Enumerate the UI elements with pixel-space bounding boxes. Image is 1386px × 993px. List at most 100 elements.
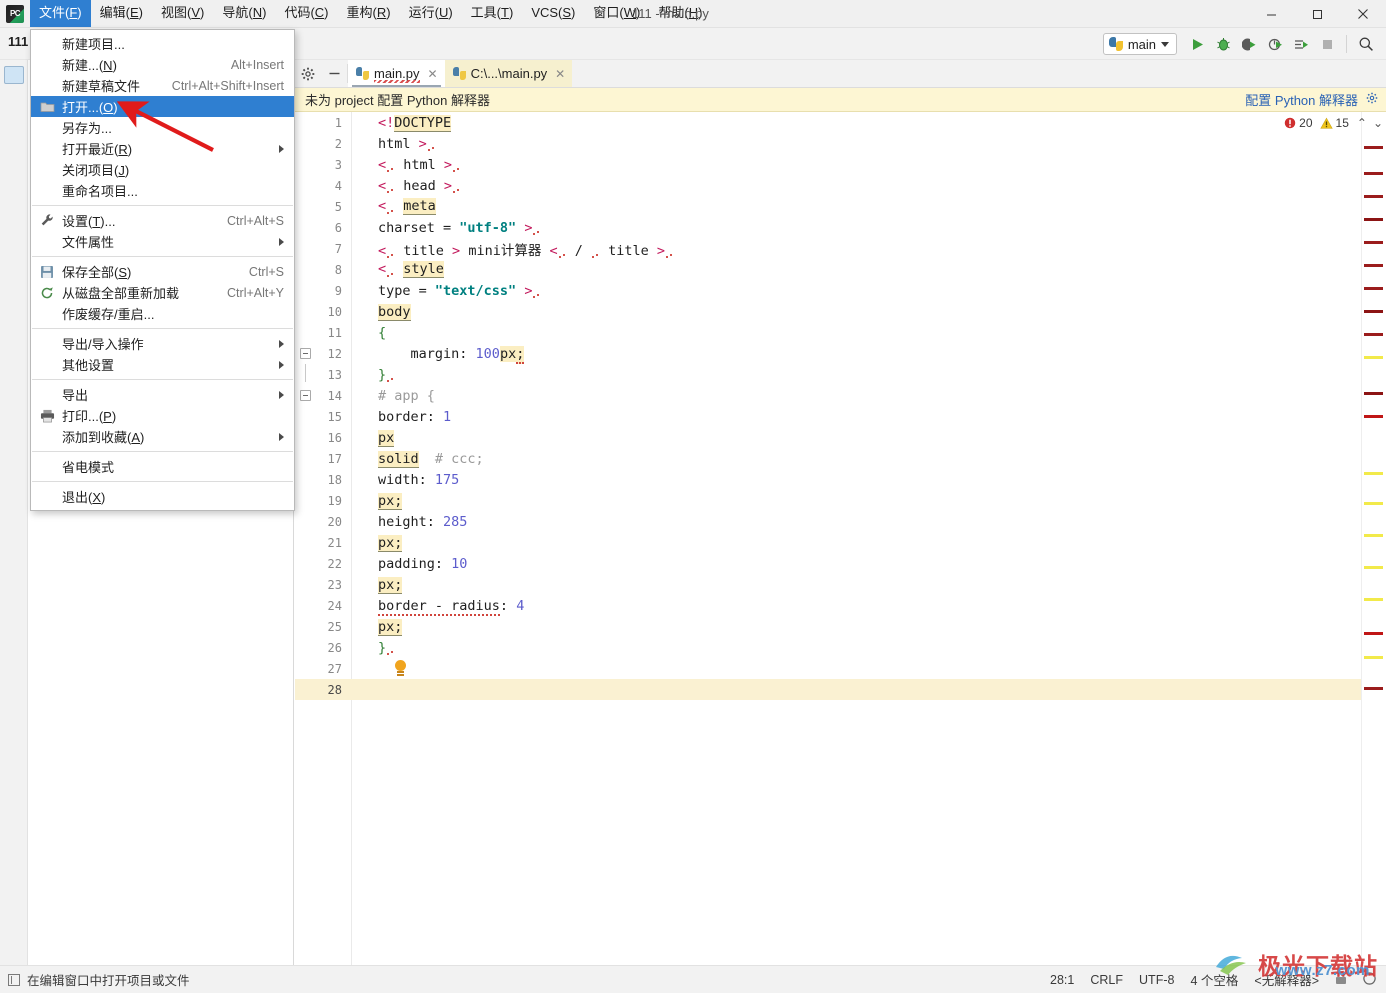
- code-text[interactable]: px: [374, 429, 1361, 447]
- interpreter-selector[interactable]: <无解释器>: [1254, 970, 1319, 989]
- code-line[interactable]: 20 height: 285: [295, 511, 1361, 532]
- code-text[interactable]: < style: [374, 261, 1361, 278]
- code-text[interactable]: < meta: [374, 198, 1361, 215]
- error-stripe-mark[interactable]: [1364, 146, 1383, 149]
- code-text[interactable]: body: [374, 303, 1361, 321]
- file-menu-item-8[interactable]: 重命名项目...: [31, 180, 294, 201]
- configure-interpreter-link[interactable]: 配置 Python 解释器: [1245, 90, 1358, 109]
- code-text[interactable]: < html >: [374, 157, 1361, 173]
- code-text[interactable]: height: 285: [374, 514, 1361, 530]
- maximize-button[interactable]: [1294, 0, 1340, 28]
- file-menu-item-19[interactable]: 省电模式: [31, 456, 294, 477]
- code-text[interactable]: [374, 660, 1361, 677]
- code-text[interactable]: px;: [374, 492, 1361, 510]
- file-menu-item-3[interactable]: 新建草稿文件 Ctrl+Alt+Shift+Insert: [31, 75, 294, 96]
- error-stripe-mark[interactable]: [1364, 287, 1383, 290]
- file-menu-item-13[interactable]: 作废缓存/重启...: [31, 303, 294, 324]
- code-text[interactable]: type = "text/css" >: [374, 283, 1361, 299]
- code-line[interactable]: 11 {: [295, 322, 1361, 343]
- code-line[interactable]: 25 px;: [295, 616, 1361, 637]
- run-button[interactable]: [1185, 32, 1209, 56]
- code-text[interactable]: px;: [374, 618, 1361, 636]
- code-line[interactable]: 2 html >: [295, 133, 1361, 154]
- code-line[interactable]: 28: [295, 679, 1361, 700]
- error-stripe-mark[interactable]: [1364, 241, 1383, 244]
- code-line[interactable]: 5 < meta: [295, 196, 1361, 217]
- fold-marker[interactable]: [300, 348, 311, 359]
- debug-button[interactable]: [1211, 32, 1235, 56]
- minimize-button[interactable]: [1248, 0, 1294, 28]
- hide-tool-window-button[interactable]: [321, 60, 347, 87]
- stop-button[interactable]: [1315, 32, 1339, 56]
- code-line[interactable]: 26}: [295, 637, 1361, 658]
- code-text[interactable]: # app {: [374, 388, 1361, 404]
- code-line[interactable]: 14 # app {: [295, 385, 1361, 406]
- code-line[interactable]: 8 < style: [295, 259, 1361, 280]
- menubar-item-9[interactable]: VCS(S): [522, 0, 584, 27]
- code-lines[interactable]: 1 <!DOCTYPE 2 html > 3 < html > 4 < head > 5 < me…: [295, 112, 1361, 965]
- code-line[interactable]: 15 border: 1: [295, 406, 1361, 427]
- file-menu-item-5[interactable]: 另存为...: [31, 117, 294, 138]
- caret-position[interactable]: 28:1: [1050, 973, 1074, 987]
- error-stripe-mark[interactable]: [1364, 310, 1383, 313]
- menubar-item-8[interactable]: 工具(T): [462, 0, 523, 27]
- run-coverage-button[interactable]: [1237, 32, 1261, 56]
- file-menu-item-20[interactable]: 退出(X): [31, 486, 294, 507]
- file-menu-item-16[interactable]: 导出: [31, 384, 294, 405]
- code-text[interactable]: <!DOCTYPE: [374, 114, 1361, 132]
- error-stripe-mark[interactable]: [1364, 356, 1383, 359]
- error-stripe-mark[interactable]: [1364, 598, 1383, 601]
- code-text[interactable]: solid # ccc;: [374, 450, 1361, 468]
- error-stripe-panel[interactable]: 20 15 ⌃ ⌄: [1284, 112, 1386, 965]
- code-line[interactable]: 6 charset = "utf-8" >: [295, 217, 1361, 238]
- menubar-item-7[interactable]: 运行(U): [400, 0, 462, 27]
- error-stripe-mark[interactable]: [1364, 632, 1383, 635]
- code-text[interactable]: width: 175: [374, 472, 1361, 488]
- file-menu-item-9[interactable]: 设置(T)... Ctrl+Alt+S: [31, 210, 294, 231]
- code-line[interactable]: 16 px: [295, 427, 1361, 448]
- tool-window-settings-button[interactable]: [295, 60, 321, 87]
- error-stripe-mark[interactable]: [1364, 218, 1383, 221]
- code-text[interactable]: < head >: [374, 178, 1361, 194]
- file-menu-item-10[interactable]: 文件属性: [31, 231, 294, 252]
- code-line[interactable]: 1 <!DOCTYPE: [295, 112, 1361, 133]
- profile-button[interactable]: [1263, 32, 1287, 56]
- menubar-item-1[interactable]: 文件(F): [30, 0, 91, 27]
- code-line[interactable]: 3 < html >: [295, 154, 1361, 175]
- code-text[interactable]: }: [374, 640, 1361, 656]
- error-stripe-mark[interactable]: [1364, 687, 1383, 690]
- file-menu-item-12[interactable]: 从磁盘全部重新加载 Ctrl+Alt+Y: [31, 282, 294, 303]
- code-line[interactable]: 21 px;: [295, 532, 1361, 553]
- code-text[interactable]: margin: 100px;: [374, 345, 1361, 364]
- code-text[interactable]: html >: [374, 136, 1361, 152]
- error-stripe-mark[interactable]: [1364, 472, 1383, 475]
- file-menu-item-7[interactable]: 关闭项目(J): [31, 159, 294, 180]
- project-tool-icon[interactable]: [3, 66, 24, 84]
- file-menu-item-18[interactable]: 添加到收藏(A): [31, 426, 294, 447]
- menubar-item-5[interactable]: 代码(C): [275, 0, 337, 27]
- error-stripe-mark[interactable]: [1364, 264, 1383, 267]
- file-menu-item-15[interactable]: 其他设置: [31, 354, 294, 375]
- code-text[interactable]: border - radius: 4: [374, 597, 1361, 616]
- code-line[interactable]: 27: [295, 658, 1361, 679]
- close-icon[interactable]: ✕: [428, 67, 438, 81]
- error-stripe-mark[interactable]: [1364, 656, 1383, 659]
- error-stripe-mark[interactable]: [1364, 534, 1383, 537]
- menubar-item-3[interactable]: 视图(V): [152, 0, 213, 27]
- search-everywhere-button[interactable]: [1354, 32, 1378, 56]
- editor-tab-1[interactable]: main.py ✕: [348, 60, 445, 87]
- chevron-down-icon[interactable]: ⌄: [1373, 116, 1383, 130]
- code-line[interactable]: 4 < head >: [295, 175, 1361, 196]
- error-stripe-mark[interactable]: [1364, 172, 1383, 175]
- code-line[interactable]: 18 width: 175: [295, 469, 1361, 490]
- code-line[interactable]: 10 body: [295, 301, 1361, 322]
- error-stripe-mark[interactable]: [1364, 566, 1383, 569]
- error-stripe-mark[interactable]: [1364, 502, 1383, 505]
- code-line[interactable]: 17 solid # ccc;: [295, 448, 1361, 469]
- file-menu-item-6[interactable]: 打开最近(R): [31, 138, 294, 159]
- code-line[interactable]: 19 px;: [295, 490, 1361, 511]
- indent-setting[interactable]: 4 个空格: [1190, 970, 1238, 989]
- code-line[interactable]: 23 px;: [295, 574, 1361, 595]
- run-configuration-selector[interactable]: main: [1102, 33, 1177, 55]
- file-menu-item-14[interactable]: 导出/导入操作: [31, 333, 294, 354]
